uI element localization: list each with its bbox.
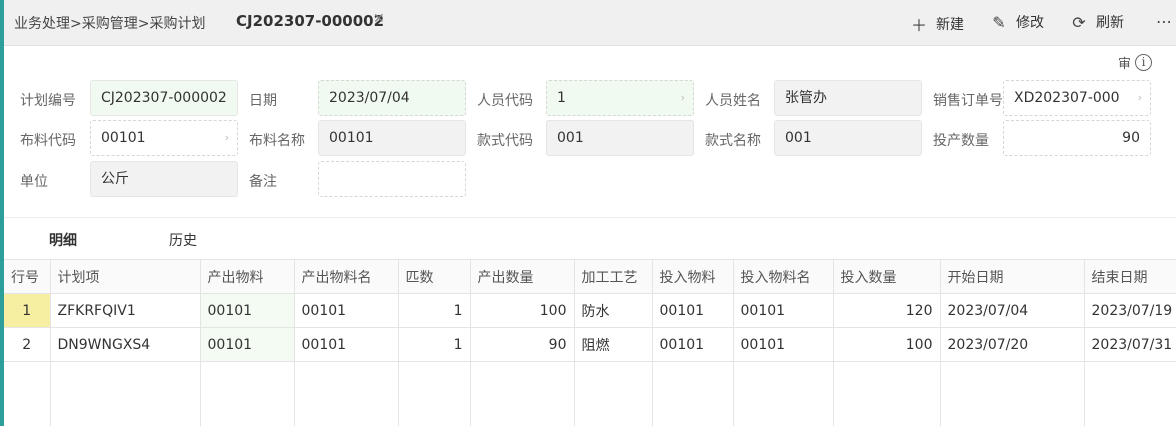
row-number-cell[interactable]: 1 xyxy=(4,293,51,328)
tab-history[interactable]: 历史 xyxy=(169,230,197,250)
table-cell[interactable]: 90 xyxy=(470,327,575,362)
column-header[interactable]: 行号 xyxy=(4,259,51,294)
table-header-row: 行号 计划项 产出物料 产出物料名 匹数 产出数量 加工工艺 投入物料 投入物料… xyxy=(4,259,1176,294)
table-row[interactable]: 2 DN9WNGXS4 00101 00101 1 90 阻燃 00101 00… xyxy=(4,327,1176,362)
chevron-right-icon[interactable]: › xyxy=(224,121,229,155)
staff-code-label: 人员代码 xyxy=(477,93,533,109)
info-icon[interactable]: i xyxy=(1135,54,1153,71)
table-cell[interactable]: 100 xyxy=(833,327,941,362)
style-code-label: 款式代码 xyxy=(477,133,533,149)
edit-button[interactable]: ✎ 修改 xyxy=(990,12,1044,32)
new-button[interactable]: ＋ 新建 xyxy=(910,12,964,36)
column-header[interactable]: 产出数量 xyxy=(470,259,575,294)
column-header[interactable]: 投入数量 xyxy=(833,259,941,294)
prod-qty-field[interactable]: 90 xyxy=(1003,120,1151,156)
table-cell[interactable]: 1 xyxy=(398,327,471,362)
table-row[interactable]: 1 ZFKRFQIV1 00101 00101 1 100 防水 00101 0… xyxy=(4,293,1176,328)
table-cell[interactable]: DN9WNGXS4 xyxy=(50,327,201,362)
plus-icon: ＋ xyxy=(910,16,927,35)
table-cell[interactable]: 2023/07/31 xyxy=(1084,327,1176,362)
table-cell[interactable]: 2023/07/19 xyxy=(1084,293,1176,328)
table-cell[interactable]: 00101 xyxy=(652,327,734,362)
plan-no-field[interactable]: CJ202307-000002 xyxy=(90,80,238,116)
staff-name-label: 人员姓名 xyxy=(705,93,761,109)
chevron-right-icon[interactable]: › xyxy=(680,81,685,115)
pencil-icon: ✎ xyxy=(992,12,1006,32)
top-bar: 业务处理>采购管理>采购计划 CJ202307-000002 ✕ ＋ 新建 ✎ … xyxy=(4,0,1176,46)
table-cell[interactable]: 00101 xyxy=(733,327,834,362)
fabric-code-label: 布料代码 xyxy=(20,133,76,149)
sales-order-field[interactable]: XD202307-000 › xyxy=(1003,80,1151,116)
date-label: 日期 xyxy=(249,93,277,109)
column-header[interactable]: 产出物料名 xyxy=(294,259,399,294)
table-cell[interactable]: 00101 xyxy=(200,327,295,362)
style-name-field: 001 xyxy=(774,120,922,156)
document-tab[interactable]: CJ202307-000002 xyxy=(236,12,384,30)
plan-no-label: 计划编号 xyxy=(20,93,76,109)
style-name-label: 款式名称 xyxy=(705,133,761,149)
edit-button-label: 修改 xyxy=(1016,15,1044,31)
tab-detail[interactable]: 明细 xyxy=(49,230,77,250)
table-cell[interactable]: 120 xyxy=(833,293,941,328)
table-cell[interactable]: 阻燃 xyxy=(574,327,653,362)
column-header[interactable]: 计划项 xyxy=(50,259,201,294)
fabric-code-field[interactable]: 00101 › xyxy=(90,120,238,156)
row-number-cell[interactable]: 2 xyxy=(4,327,51,362)
fabric-name-label: 布料名称 xyxy=(249,133,305,149)
staff-name-field: 张管办 xyxy=(774,80,922,116)
column-header[interactable]: 产出物料 xyxy=(200,259,295,294)
table-cell[interactable]: 100 xyxy=(470,293,575,328)
table-cell[interactable]: 00101 xyxy=(652,293,734,328)
table-cell[interactable]: 1 xyxy=(398,293,471,328)
remark-label: 备注 xyxy=(249,174,277,190)
column-header[interactable]: 加工工艺 xyxy=(574,259,653,294)
column-header[interactable]: 投入物料名 xyxy=(733,259,834,294)
unit-label: 单位 xyxy=(20,174,48,190)
breadcrumb: 业务处理>采购管理>采购计划 xyxy=(14,16,206,32)
refresh-button-label: 刷新 xyxy=(1096,15,1124,31)
audit-label: 审 xyxy=(1118,57,1132,72)
table-cell[interactable]: 2023/07/20 xyxy=(940,327,1085,362)
date-field[interactable]: 2023/07/04 xyxy=(318,80,466,116)
table-cell[interactable]: 00101 xyxy=(733,293,834,328)
column-header[interactable]: 匹数 xyxy=(398,259,471,294)
table-cell[interactable]: 00101 xyxy=(294,293,399,328)
fabric-name-field: 00101 xyxy=(318,120,466,156)
style-code-field: 001 xyxy=(546,120,694,156)
staff-code-field[interactable]: 1 › xyxy=(546,80,694,116)
column-header[interactable]: 结束日期 xyxy=(1084,259,1176,294)
chevron-right-icon[interactable]: › xyxy=(1137,81,1142,115)
table-cell[interactable]: ZFKRFQIV1 xyxy=(50,293,201,328)
column-header[interactable]: 开始日期 xyxy=(940,259,1085,294)
detail-table: 行号 计划项 产出物料 产出物料名 匹数 产出数量 加工工艺 投入物料 投入物料… xyxy=(4,259,1176,426)
table-cell[interactable]: 00101 xyxy=(294,327,399,362)
refresh-button[interactable]: ⟳ 刷新 xyxy=(1070,12,1124,32)
sales-order-label: 销售订单号 xyxy=(933,93,1003,109)
more-icon[interactable]: ⋯ xyxy=(1156,12,1173,31)
empty-row xyxy=(4,361,1176,426)
new-button-label: 新建 xyxy=(936,17,964,33)
table-cell[interactable]: 2023/07/04 xyxy=(940,293,1085,328)
refresh-icon: ⟳ xyxy=(1072,12,1086,32)
close-icon[interactable]: ✕ xyxy=(373,11,385,27)
audit-status[interactable]: 审 i xyxy=(1118,53,1153,72)
unit-field: 公斤 xyxy=(90,161,238,197)
remark-field[interactable] xyxy=(318,161,466,197)
table-cell[interactable]: 00101 xyxy=(200,293,295,328)
prod-qty-label: 投产数量 xyxy=(933,133,989,149)
table-cell[interactable]: 防水 xyxy=(574,293,653,328)
section-divider xyxy=(4,217,1176,218)
column-header[interactable]: 投入物料 xyxy=(652,259,734,294)
